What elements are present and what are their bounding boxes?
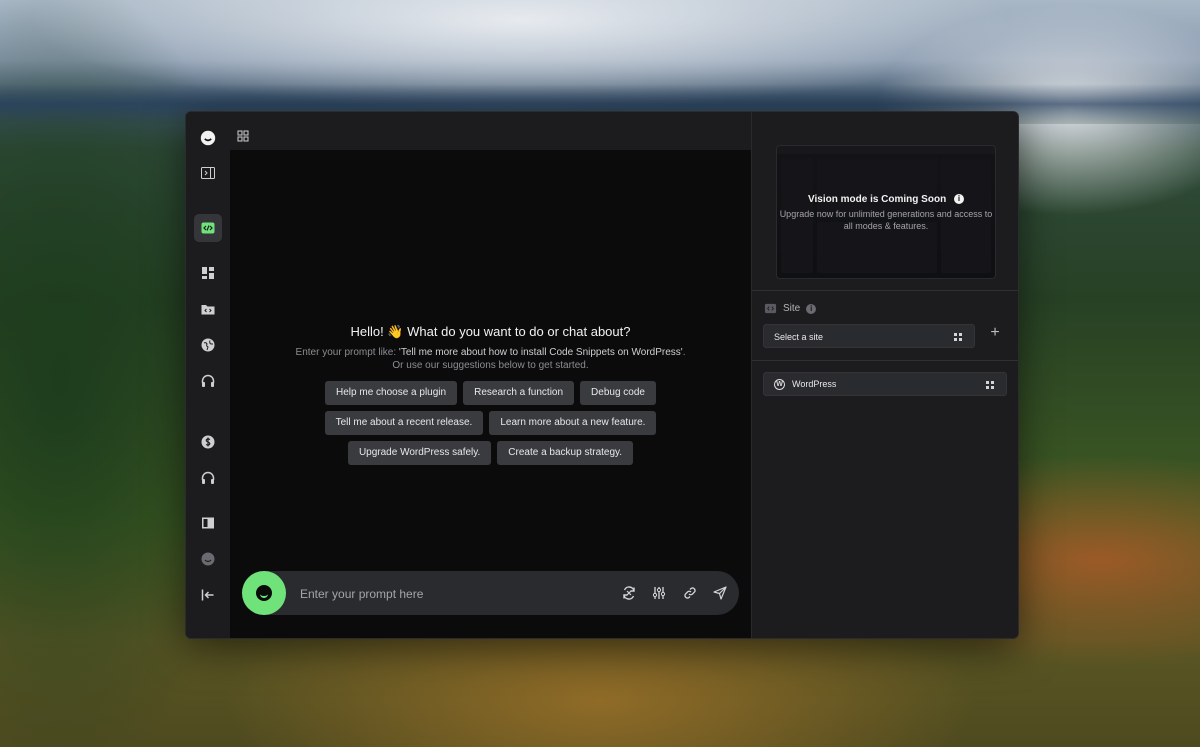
- toggle-panel-icon[interactable]: [194, 159, 222, 187]
- suggestion-chip[interactable]: Learn more about a new feature.: [489, 411, 657, 435]
- dots-grid-icon: [954, 333, 962, 341]
- vision-mode-preview: Vision mode is Coming Soon i Upgrade now…: [776, 145, 996, 279]
- refresh-icon[interactable]: [621, 585, 637, 601]
- suggestions: Help me choose a plugin Research a funct…: [230, 381, 751, 471]
- assistant-face-icon: [256, 585, 272, 601]
- dashboard-icon[interactable]: [194, 259, 222, 287]
- suggestion-row: Tell me about a recent release. Learn mo…: [230, 411, 751, 435]
- site-section-header: Site i: [764, 302, 817, 315]
- site-label: Site: [783, 303, 801, 314]
- dots-grid-icon: [986, 381, 994, 389]
- chat-topbar: [230, 112, 751, 150]
- side-panel: Vision mode is Coming Soon i Upgrade now…: [751, 112, 1018, 638]
- icon-rail: [186, 112, 231, 638]
- app-logo-icon[interactable]: [194, 124, 222, 152]
- send-icon[interactable]: [712, 585, 728, 601]
- book-icon[interactable]: [194, 509, 222, 537]
- app-window: Hello! 👋 What do you want to do or chat …: [185, 111, 1019, 639]
- add-site-icon[interactable]: +: [988, 325, 1002, 341]
- prompt-hint: Enter your prompt like: 'Tell me more ab…: [295, 347, 686, 371]
- suggestion-chip[interactable]: Create a backup strategy.: [497, 441, 634, 465]
- folder-code-icon[interactable]: [194, 295, 222, 323]
- suggestion-row: Help me choose a plugin Research a funct…: [230, 381, 751, 405]
- site-info-icon[interactable]: i: [806, 303, 817, 314]
- vision-title: Vision mode is Coming Soon i: [777, 194, 995, 205]
- divider: [752, 360, 1018, 361]
- chat-area: Hello! 👋 What do you want to do or chat …: [230, 112, 751, 638]
- grid-icon[interactable]: [237, 130, 249, 142]
- prompt-input[interactable]: [298, 583, 602, 605]
- welcome-block: Hello! 👋 What do you want to do or chat …: [230, 324, 751, 372]
- suggestion-chip[interactable]: Help me choose a plugin: [325, 381, 458, 405]
- support-headphones-icon[interactable]: [194, 464, 222, 492]
- suggestion-chip[interactable]: Debug code: [580, 381, 656, 405]
- divider: [752, 290, 1018, 291]
- select-site-dropdown[interactable]: Select a site: [763, 324, 975, 348]
- greeting: Hello! 👋 What do you want to do or chat …: [350, 324, 631, 339]
- headphones-icon[interactable]: [194, 367, 222, 395]
- link-icon[interactable]: [682, 585, 698, 601]
- dollar-icon[interactable]: [194, 428, 222, 456]
- suggestion-chip[interactable]: Tell me about a recent release.: [324, 411, 484, 435]
- collapse-sidebar-icon[interactable]: [194, 581, 222, 609]
- suggestion-chip[interactable]: Research a function: [463, 381, 575, 405]
- info-icon[interactable]: i: [953, 194, 964, 205]
- wordpress-item[interactable]: W WordPress: [763, 372, 1007, 396]
- code-snippets-icon[interactable]: [194, 214, 222, 242]
- globe-icon[interactable]: [194, 331, 222, 359]
- suggestion-row: Upgrade WordPress safely. Create a backu…: [230, 441, 751, 465]
- vision-description: Upgrade now for unlimited generations an…: [779, 209, 993, 231]
- prompt-bar: [242, 571, 739, 615]
- assistant-avatar[interactable]: [242, 571, 286, 615]
- smiley-icon[interactable]: [194, 545, 222, 573]
- site-code-icon: [764, 303, 777, 314]
- sliders-icon[interactable]: [651, 585, 667, 601]
- wordpress-logo-icon: W: [774, 379, 785, 390]
- suggestion-chip[interactable]: Upgrade WordPress safely.: [347, 441, 492, 465]
